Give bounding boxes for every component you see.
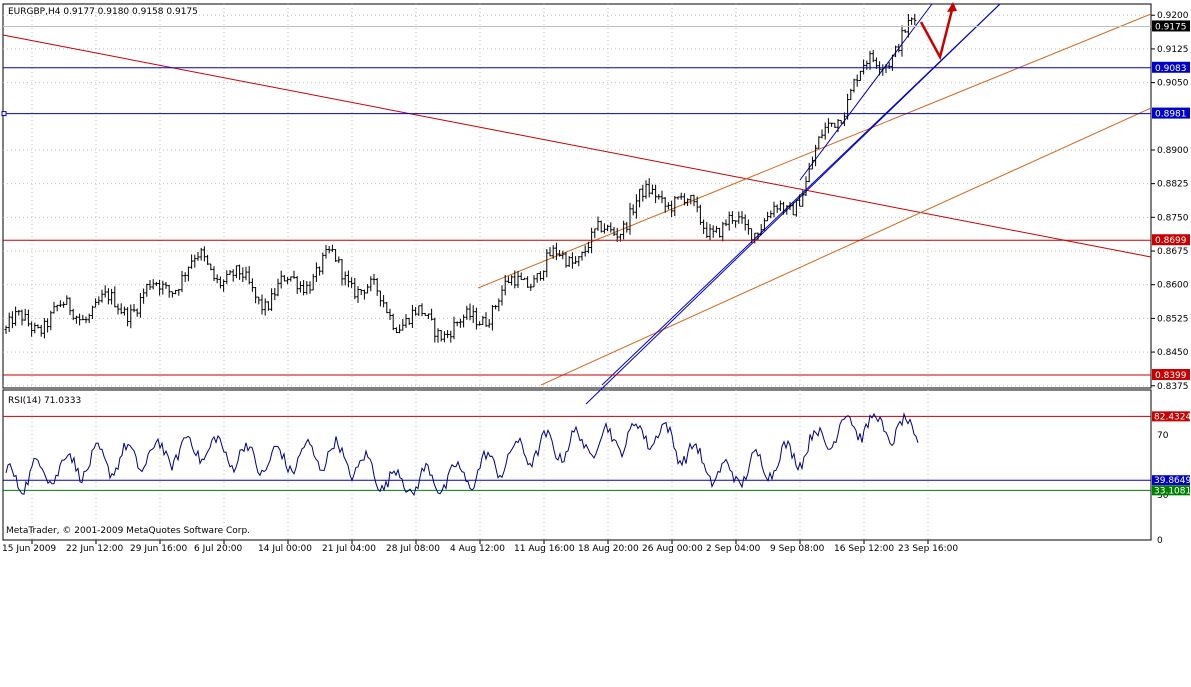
rsi-level-text: 39.8649 (1154, 476, 1191, 486)
price-tick-label: 0.8450 (1157, 348, 1189, 358)
time-tick-label: 6 Jul 20:00 (194, 544, 243, 554)
time-tick-label: 9 Sep 08:00 (770, 544, 825, 554)
level-label-text: 0.8981 (1155, 110, 1187, 120)
price-tick-label: 0.8825 (1157, 180, 1189, 190)
time-tick-label: 16 Sep 12:00 (834, 544, 894, 554)
time-tick-label: 18 Aug 20:00 (578, 544, 639, 554)
time-tick-label: 22 Jun 12:00 (66, 544, 123, 554)
price-tick-label: 0.8525 (1157, 314, 1189, 324)
level-label-text: 0.9083 (1155, 64, 1187, 74)
level-label-text: 0.8699 (1155, 236, 1187, 246)
price-tick-label: 0.8900 (1157, 146, 1189, 156)
symbol-header: EURGBP,H4 0.9177 0.9180 0.9158 0.9175 (8, 7, 198, 17)
level-label-text: 0.8399 (1155, 371, 1187, 381)
copyright-text: MetaTrader, © 2001-2009 MetaQuotes Softw… (6, 526, 250, 536)
price-tick-label: 0.9125 (1157, 45, 1189, 55)
price-tick-label: 0.9050 (1157, 79, 1189, 89)
time-tick-label: 23 Sep 16:00 (898, 544, 958, 554)
time-tick-label: 11 Aug 16:00 (514, 544, 575, 554)
level-handle (1, 111, 7, 117)
rsi-header: RSI(14) 71.0333 (8, 396, 81, 406)
time-tick-label: 29 Jun 16:00 (130, 544, 187, 554)
rsi-tick-label: 0 (1157, 536, 1163, 546)
time-tick-label: 28 Jul 08:00 (386, 544, 440, 554)
time-tick-label: 2 Sep 04:00 (706, 544, 761, 554)
current-price-label: 0.9175 (1155, 22, 1187, 32)
rsi-level-text: 33.1081 (1154, 486, 1191, 496)
price-tick-label: 0.8375 (1157, 382, 1189, 392)
time-tick-label: 21 Jul 04:00 (322, 544, 376, 554)
price-tick-label: 0.8675 (1157, 247, 1189, 257)
price-tick-label: 0.8600 (1157, 281, 1189, 291)
rsi-level-text: 82.4324 (1154, 412, 1191, 422)
price-tick-label: 0.9200 (1157, 11, 1189, 21)
rsi-tick-label: 70 (1157, 431, 1169, 441)
chart-background (0, 0, 1191, 687)
time-tick-label: 15 Jun 2009 (2, 544, 56, 554)
time-tick-label: 4 Aug 12:00 (450, 544, 505, 554)
metatrader-chart[interactable]: 0.90830.89810.86990.83990.9175 7030082.4… (0, 0, 1191, 687)
time-tick-label: 26 Aug 00:00 (642, 544, 703, 554)
time-tick-label: 14 Jul 00:00 (258, 544, 312, 554)
price-tick-label: 0.8750 (1157, 213, 1189, 223)
